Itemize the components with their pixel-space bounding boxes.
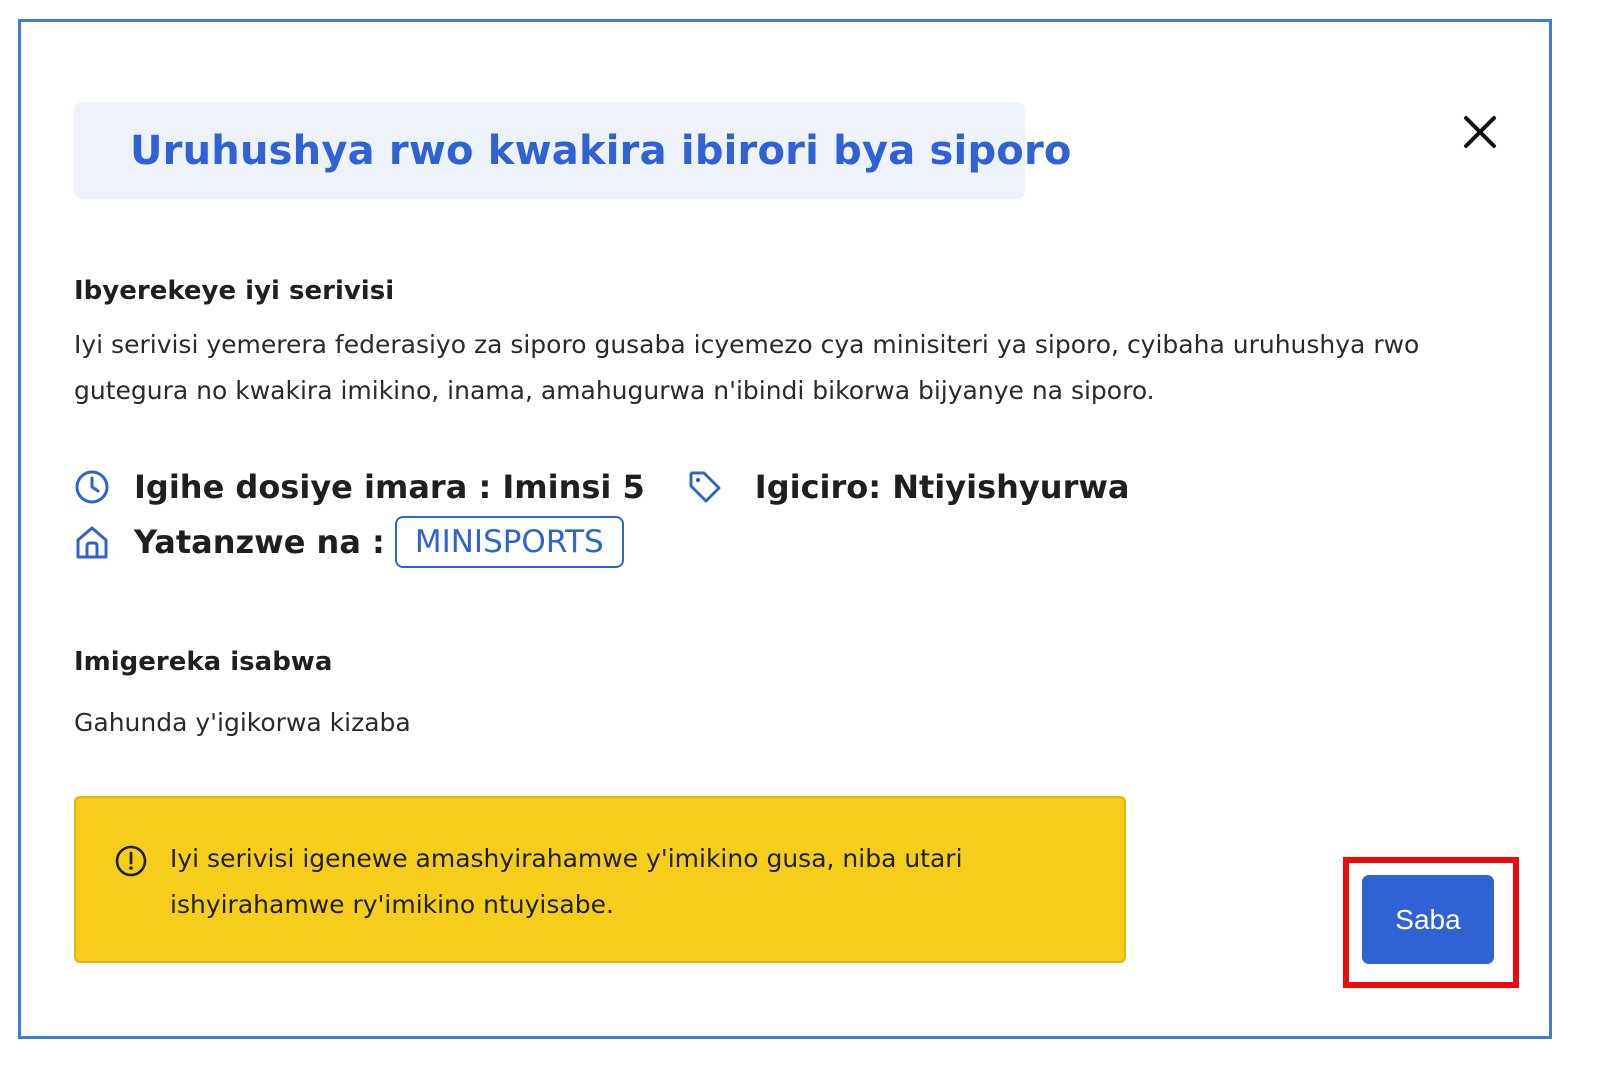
tag-icon <box>687 469 723 505</box>
requirements-heading: Imigereka isabwa <box>74 647 333 677</box>
meta-row-1: Igihe dosiye imara : Iminsi 5 Igiciro: N… <box>74 468 1130 506</box>
about-description: Iyi serivisi yemerera federasiyo za sipo… <box>74 330 1420 405</box>
notice-text: Iyi serivisi igenewe amashyirahamwe y'im… <box>170 844 963 919</box>
provider-badge: MINISPORTS <box>394 516 624 568</box>
dialog-title: Uruhushya rwo kwakira ibirori bya siporo <box>130 127 1072 174</box>
requirement-item: Gahunda y'igikorwa kizaba <box>74 708 411 737</box>
processing-time: Igihe dosiye imara : Iminsi 5 <box>134 468 645 506</box>
provider-label: Yatanzwe na : <box>134 523 385 561</box>
close-button[interactable] <box>1458 110 1502 154</box>
close-icon <box>1464 116 1496 148</box>
about-heading: Ibyerekeye iyi serivisi <box>74 276 395 306</box>
notice-banner: Iyi serivisi igenewe amashyirahamwe y'im… <box>74 796 1126 963</box>
dialog-title-box: Uruhushya rwo kwakira ibirori bya siporo <box>74 102 1071 199</box>
home-icon <box>74 524 110 560</box>
apply-button[interactable]: Saba <box>1362 875 1494 964</box>
alert-circle-icon <box>114 844 148 878</box>
clock-icon <box>74 469 110 505</box>
price: Igiciro: Ntiyishyurwa <box>754 468 1130 506</box>
meta-row-2: Yatanzwe na : MINISPORTS <box>74 516 624 568</box>
